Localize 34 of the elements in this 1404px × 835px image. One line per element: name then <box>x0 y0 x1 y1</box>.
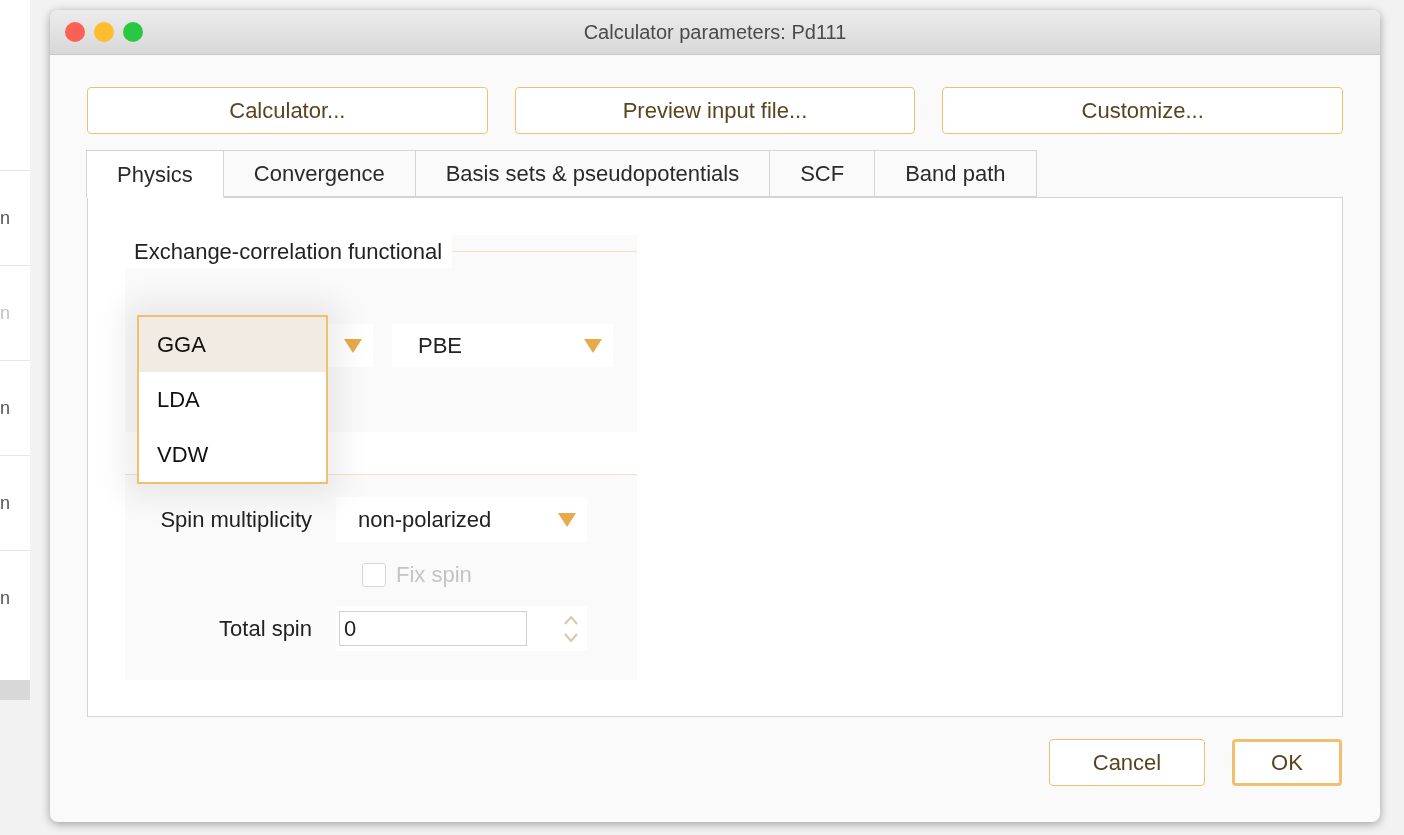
menu-item[interactable]: LDA <box>139 372 326 427</box>
dialog-button[interactable]: Customize... <box>942 87 1343 134</box>
tab[interactable]: Band path <box>874 150 1037 197</box>
menu-item[interactable]: VDW <box>139 427 326 482</box>
list-item-text: n <box>0 206 10 230</box>
list-item-text: n <box>0 301 10 325</box>
list-item-text: n <box>0 586 10 610</box>
stepper-icon[interactable] <box>563 613 579 644</box>
dropdown[interactable]: non-polarized <box>336 497 587 542</box>
group-title: Exchange-correlation functional <box>125 235 453 268</box>
list-item-text: n <box>0 396 10 420</box>
caret-icon <box>343 337 363 354</box>
field-label: Total spin <box>218 615 313 643</box>
tab[interactable]: Basis sets & pseudopotentials <box>414 150 771 197</box>
tab[interactable]: Convergence <box>222 150 416 197</box>
input-field[interactable]: 0 <box>339 611 527 646</box>
dropdown-value: PBE <box>418 332 463 360</box>
dropdown-value: non-polarized <box>358 506 492 534</box>
window-title: Calculator parameters: Pd111 <box>583 20 847 45</box>
dialog-button[interactable]: Cancel <box>1049 739 1205 786</box>
caret-icon <box>557 511 577 528</box>
tab[interactable]: SCF <box>769 150 876 197</box>
close-button[interactable] <box>65 22 85 42</box>
zoom-button[interactable] <box>123 22 143 42</box>
list-item-text: n <box>0 491 10 515</box>
tab[interactable]: Physics <box>86 150 224 198</box>
field-label: Spin multiplicity <box>159 506 313 534</box>
dialog-button[interactable]: OK <box>1232 739 1342 786</box>
dialog-button[interactable]: Preview input file... <box>514 87 916 134</box>
menu-item[interactable]: GGA <box>139 317 326 372</box>
dialog-button[interactable]: Calculator... <box>87 87 488 134</box>
dropdown[interactable]: PBE <box>392 324 613 367</box>
minimize-button[interactable] <box>94 22 114 42</box>
caret-icon <box>583 337 603 354</box>
